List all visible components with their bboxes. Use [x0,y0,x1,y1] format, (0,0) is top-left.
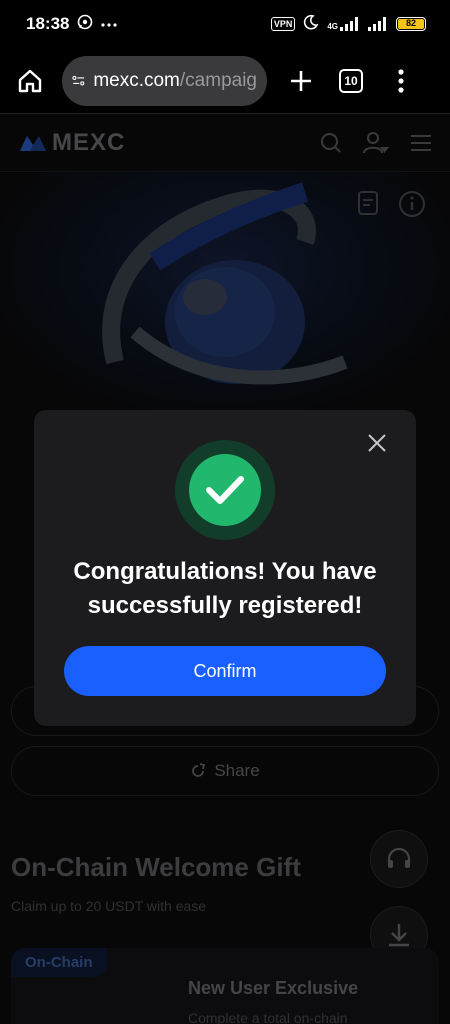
status-left: 18:38 [26,14,118,35]
plus-icon [291,70,311,91]
kebab-menu-icon [398,68,404,93]
new-tab-button[interactable] [285,65,317,97]
status-right: VPN 4G 82 [270,14,426,35]
confirm-button[interactable]: Confirm [64,646,386,696]
url-host: mexc.com [93,69,180,91]
network-type: 4G [327,22,338,31]
whatsapp-icon [77,14,93,35]
moon-icon [303,14,319,35]
success-badge [175,440,275,540]
status-bar: 18:38 VPN 4G 82 [0,0,450,48]
vpn-badge: VPN [270,17,296,31]
success-message: Congratulations! You have successfully r… [73,558,377,619]
home-icon [18,69,42,92]
success-circle [189,454,261,526]
tab-switcher-button[interactable]: 10 [339,68,363,93]
battery-level: 82 [398,19,424,29]
site-settings-icon[interactable] [72,71,85,91]
signal-icon-2 [368,17,386,31]
more-notifications-icon [101,15,118,33]
browser-toolbar: mexc.com/campaig 10 [0,48,450,114]
url-text[interactable]: mexc.com/campaig [93,70,257,92]
registration-success-dialog: Congratulations! You have successfully r… [34,410,416,726]
home-button[interactable] [14,65,46,97]
close-button[interactable] [365,431,389,455]
close-icon [368,434,386,452]
checkmark-icon [206,476,244,504]
network-indicator: 4G [327,17,360,31]
browser-menu-button[interactable] [393,65,409,97]
status-time: 18:38 [26,14,70,33]
url-path: /campaig [179,69,257,91]
address-bar[interactable]: mexc.com/campaig [62,55,267,106]
battery-icon: 82 [396,17,426,31]
signal-icon [340,17,358,31]
